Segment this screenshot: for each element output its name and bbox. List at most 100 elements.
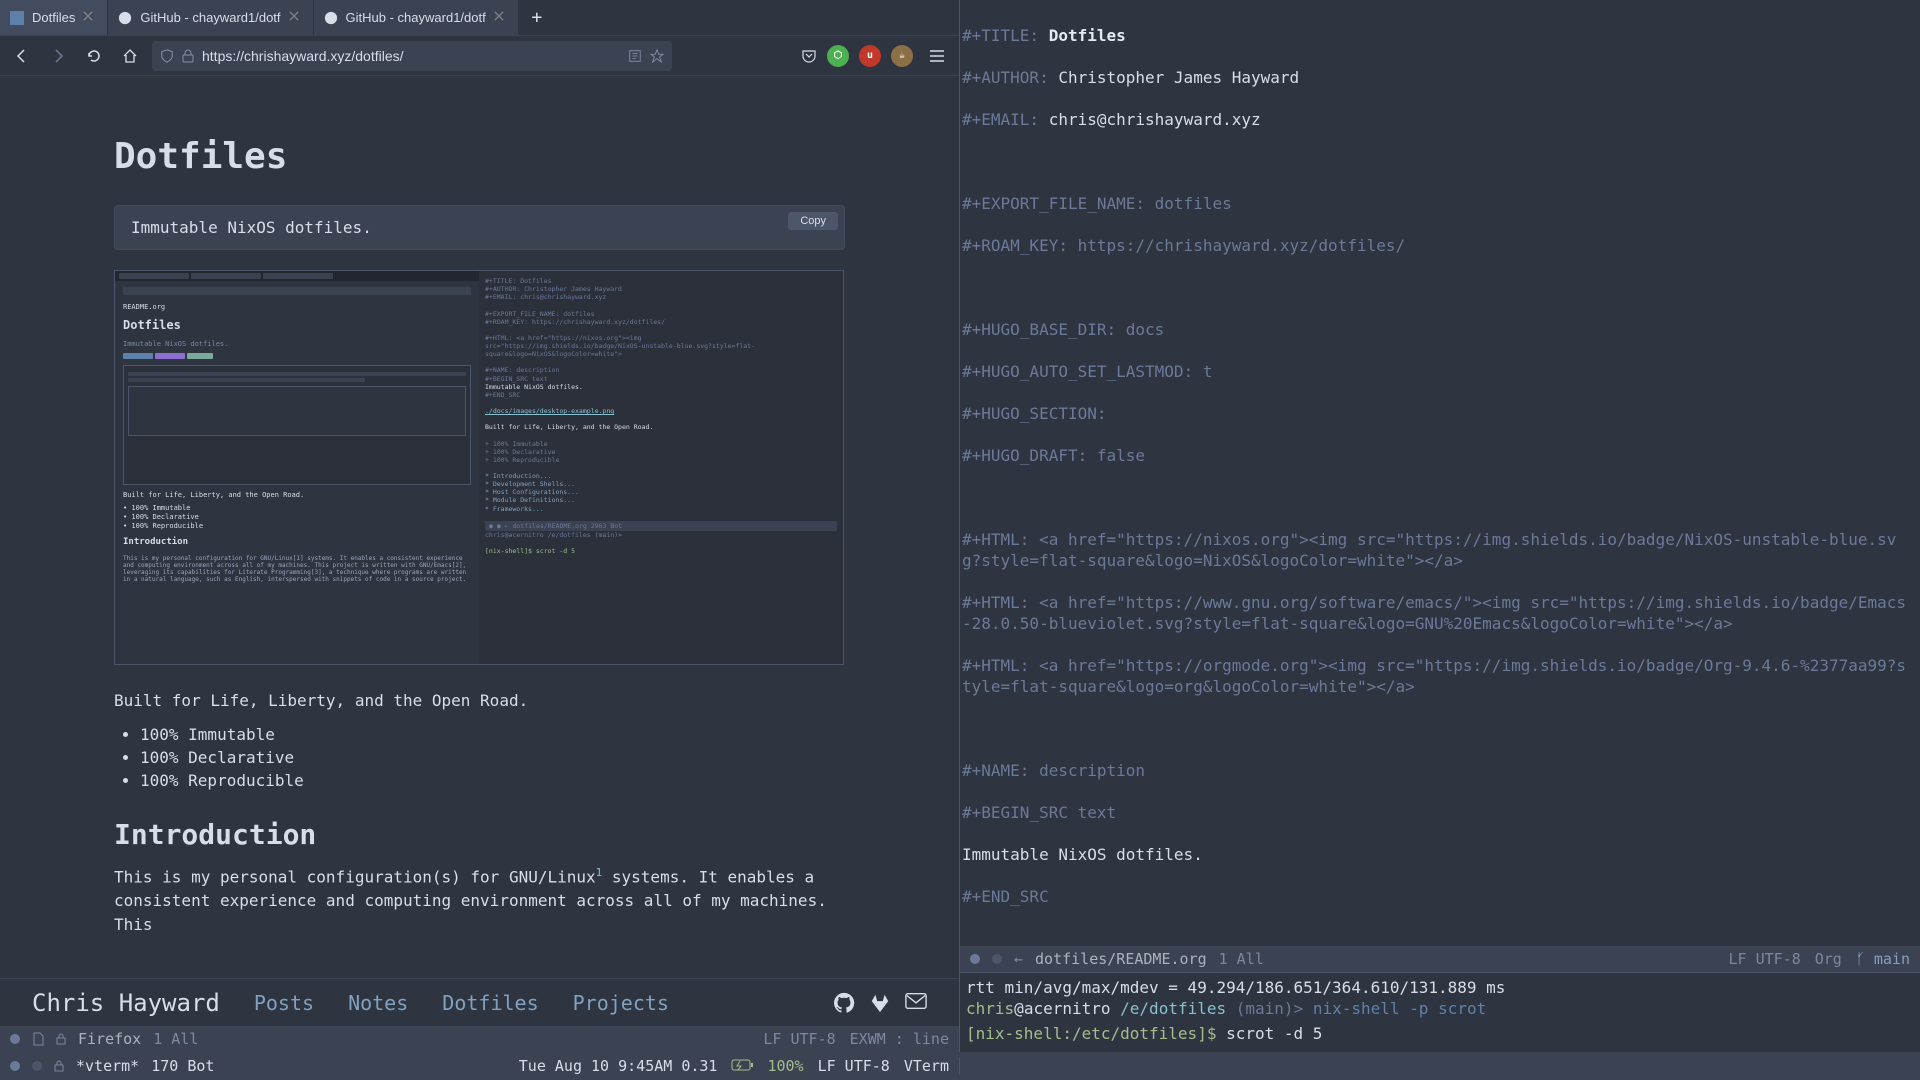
- extension-ublock-icon[interactable]: u: [859, 45, 881, 67]
- tab-github-2[interactable]: GitHub - chayward1/dotf: [314, 0, 519, 35]
- intro-heading: Introduction: [114, 818, 845, 851]
- site-brand[interactable]: Chris Hayward: [32, 989, 220, 1017]
- pocket-icon[interactable]: [801, 48, 817, 64]
- bookmark-icon[interactable]: [650, 49, 664, 63]
- org-name: #+NAME: description: [962, 760, 1914, 781]
- modeline-editor: ← dotfiles/README.org 1 All LF UTF-8 Org…: [960, 946, 1920, 972]
- close-icon[interactable]: [289, 11, 303, 25]
- org-begin-src: #+BEGIN_SRC text: [962, 802, 1914, 823]
- mail-icon[interactable]: [905, 992, 927, 1014]
- new-tab-button[interactable]: +: [519, 0, 555, 35]
- lock-icon: [182, 49, 194, 63]
- tab-title: Dotfiles: [32, 10, 75, 25]
- url-bar[interactable]: https://chrishayward.xyz/dotfiles/: [152, 41, 672, 71]
- org-hugo: #+HUGO_BASE_DIR: docs: [962, 319, 1914, 340]
- prompt-user: chris: [966, 999, 1014, 1018]
- nav-link-dotfiles[interactable]: Dotfiles: [442, 991, 538, 1015]
- status-dot-icon: [992, 954, 1002, 964]
- lock-icon: [54, 1060, 64, 1072]
- mode-label: EXWM : line: [850, 1030, 949, 1048]
- terminal-pane[interactable]: rtt min/avg/max/mdev = 49.294/186.651/36…: [960, 972, 1920, 1052]
- term-command: nix-shell -p scrot: [1313, 999, 1486, 1018]
- home-button[interactable]: [116, 42, 144, 70]
- org-email: chris@chrishayward.xyz: [1049, 110, 1261, 129]
- buffer-position: 1 All: [1219, 950, 1264, 968]
- site-nav: Chris Hayward Posts Notes Dotfiles Proje…: [0, 978, 959, 1026]
- code-block: Immutable NixOS dotfiles. Copy: [114, 205, 845, 250]
- buffer-position: 1 All: [153, 1030, 198, 1048]
- org-roam: #+ROAM_KEY: https://chrishayward.xyz/dot…: [962, 235, 1914, 256]
- tab-github-1[interactable]: GitHub - chayward1/dotf: [108, 0, 313, 35]
- extension-1-icon[interactable]: ⬡: [827, 45, 849, 67]
- org-hugo: #+HUGO_DRAFT: false: [962, 445, 1914, 466]
- nix-prompt: [nix-shell:/etc/dotfiles]$: [966, 1024, 1216, 1043]
- page-content: Dotfiles Immutable NixOS dotfiles. Copy …: [0, 76, 959, 978]
- encoding-label: LF UTF-8: [1729, 950, 1801, 968]
- buffer-position: 170 Bot: [151, 1057, 214, 1075]
- gitlab-icon[interactable]: [869, 992, 891, 1014]
- org-html: #+HTML: <a href="https://www.gnu.org/sof…: [962, 592, 1914, 634]
- org-title: Dotfiles: [1049, 26, 1126, 45]
- browser-tab-bar: Dotfiles GitHub - chayward1/dotf GitHub: [0, 0, 959, 36]
- forward-button[interactable]: [44, 42, 72, 70]
- prompt-host: acernitro: [1024, 999, 1111, 1018]
- close-icon[interactable]: [494, 11, 508, 25]
- org-export: #+EXPORT_FILE_NAME: dotfiles: [962, 193, 1914, 214]
- git-branch-name: main: [1874, 950, 1910, 968]
- nav-link-posts[interactable]: Posts: [254, 991, 314, 1015]
- copy-button[interactable]: Copy: [788, 212, 838, 230]
- global-statusbar: *vterm* 170 Bot Tue Aug 10 9:45AM 0.31 1…: [0, 1052, 1920, 1080]
- list-item: 100% Reproducible: [140, 771, 845, 790]
- prompt-path: /e/dotfiles: [1120, 999, 1226, 1018]
- git-branch: ᚶ main: [1856, 950, 1910, 968]
- org-src-body: Immutable NixOS dotfiles.: [962, 844, 1914, 865]
- url-text: https://chrishayward.xyz/dotfiles/: [202, 48, 620, 64]
- buffer-path: dotfiles/README.org: [1035, 950, 1207, 968]
- buffer-name: Firefox: [78, 1030, 141, 1048]
- org-key: #+TITLE:: [962, 26, 1049, 45]
- list-item: 100% Declarative: [140, 748, 845, 767]
- nav-link-notes[interactable]: Notes: [348, 991, 408, 1015]
- github-icon: [324, 11, 338, 25]
- org-key: #+AUTHOR:: [962, 68, 1058, 87]
- org-hugo: #+HUGO_SECTION:: [962, 403, 1914, 424]
- extension-3-icon[interactable]: ☕: [891, 45, 913, 67]
- tab-dotfiles[interactable]: Dotfiles: [0, 0, 108, 35]
- menu-button[interactable]: [923, 42, 951, 70]
- reader-icon[interactable]: [628, 49, 642, 63]
- buffer-name: *vterm*: [76, 1057, 139, 1075]
- term-prompt-line: chris@acernitro /e/dotfiles (main)> nix-…: [966, 998, 1914, 1019]
- term-command: scrot -d 5: [1226, 1024, 1322, 1043]
- battery-pct: 100%: [767, 1057, 803, 1075]
- org-end-src: #+END_SRC: [962, 886, 1914, 907]
- close-icon[interactable]: [83, 11, 97, 25]
- clock-label: Tue Aug 10 9:45AM 0.31: [519, 1057, 718, 1075]
- encoding-label: LF UTF-8: [818, 1057, 890, 1075]
- editor-pane[interactable]: #+TITLE: Dotfiles #+AUTHOR: Christopher …: [960, 0, 1920, 946]
- prompt-branch: (main)>: [1236, 999, 1303, 1018]
- term-prompt-line: [nix-shell:/etc/dotfiles]$ scrot -d 5: [966, 1023, 1914, 1044]
- status-dot-icon: [10, 1061, 20, 1071]
- lock-icon: [56, 1033, 66, 1045]
- shield-icon: [160, 49, 174, 63]
- battery-icon: [731, 1057, 753, 1075]
- term-output: rtt min/avg/max/mdev = 49.294/186.651/36…: [966, 977, 1914, 998]
- nav-link-projects[interactable]: Projects: [573, 991, 669, 1015]
- github-icon: [118, 11, 132, 25]
- intro-body: This is my personal configuration(s) for…: [114, 865, 845, 937]
- status-dot-icon: [32, 1061, 42, 1071]
- org-author: Christopher James Hayward: [1058, 68, 1299, 87]
- browser-toolbar: https://chrishayward.xyz/dotfiles/ ⬡ u ☕: [0, 36, 959, 76]
- code-text: Immutable NixOS dotfiles.: [131, 218, 372, 237]
- modeline-left: Firefox 1 All LF UTF-8 EXWM : line: [0, 1026, 959, 1052]
- tab-title: GitHub - chayward1/dotf: [346, 10, 486, 25]
- reload-button[interactable]: [80, 42, 108, 70]
- favicon-icon: [10, 11, 24, 25]
- github-icon[interactable]: [833, 992, 855, 1014]
- back-arrow-icon: ←: [1014, 950, 1023, 968]
- encoding-label: LF UTF-8: [763, 1030, 835, 1048]
- tab-title: GitHub - chayward1/dotf: [140, 10, 280, 25]
- features-list: 100% Immutable 100% Declarative 100% Rep…: [114, 725, 845, 790]
- page-scroll[interactable]: Dotfiles Immutable NixOS dotfiles. Copy …: [0, 76, 959, 978]
- back-button[interactable]: [8, 42, 36, 70]
